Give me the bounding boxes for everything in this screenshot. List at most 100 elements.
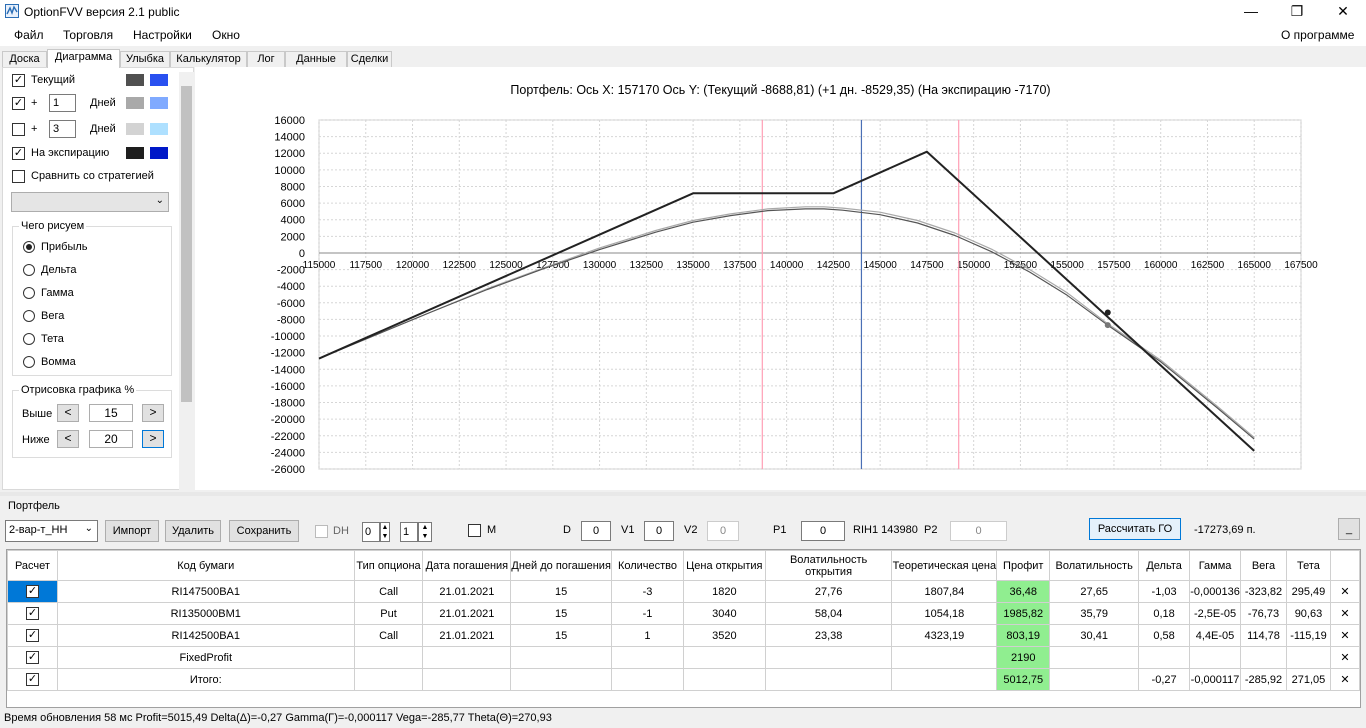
compare-checkbox[interactable]	[12, 170, 25, 183]
plus2-checkbox[interactable]	[12, 123, 25, 136]
delete-row-button[interactable]: ✕	[1329, 668, 1360, 691]
calc-cell[interactable]: ✓	[7, 602, 58, 625]
radio-vega[interactable]	[23, 310, 35, 322]
maximize-button[interactable]: ❐	[1274, 0, 1320, 24]
menu-file[interactable]: Файл	[14, 28, 44, 42]
calc-checkbox[interactable]: ✓	[25, 585, 39, 598]
plus1-color-2[interactable]	[150, 97, 168, 109]
save-button[interactable]: Сохранить	[229, 520, 299, 542]
strategy-combo[interactable]: ⌄	[11, 192, 169, 212]
d-input[interactable]: 0	[581, 521, 611, 541]
plus1-checkbox[interactable]: ✓	[12, 97, 25, 110]
delete-row-button[interactable]: ✕	[1329, 602, 1360, 625]
spin2-input[interactable]: 1	[400, 522, 418, 542]
calc-checkbox[interactable]: ✓	[25, 651, 39, 664]
grid-column-header[interactable]: Волатильность	[1049, 550, 1140, 581]
grid-column-header[interactable]: Код бумаги	[56, 550, 355, 581]
tab-data[interactable]: Данные	[285, 51, 347, 68]
grid-column-header[interactable]	[1329, 550, 1360, 581]
menu-window[interactable]: Окно	[212, 28, 240, 42]
grid-column-header[interactable]: Профит	[996, 550, 1051, 581]
delete-button[interactable]: Удалить	[165, 520, 221, 542]
above-value[interactable]: 15	[89, 404, 133, 422]
tab-smile[interactable]: Улыбка	[120, 51, 170, 68]
grid-column-header[interactable]: Расчет	[7, 550, 58, 581]
current-color-1[interactable]	[126, 74, 144, 86]
calc-cell[interactable]: ✓	[7, 668, 58, 691]
grid-column-header[interactable]: Теоретическая цена	[891, 550, 998, 581]
panel-splitter[interactable]	[0, 492, 1366, 496]
above-decrement-button[interactable]: <	[57, 404, 79, 422]
m-checkbox[interactable]	[468, 524, 481, 537]
grid-column-header[interactable]: Цена открытия	[682, 550, 766, 581]
spin1-updown[interactable]: ▲ ▼	[380, 522, 390, 542]
v1-input[interactable]: 0	[644, 521, 674, 541]
calc-checkbox[interactable]: ✓	[25, 607, 39, 620]
grid-column-header[interactable]: Гамма	[1189, 550, 1242, 581]
table-row[interactable]: ✓ RI135000BM1 Put 21.01.2021 15 -1 3040 58,04 10…	[7, 602, 1360, 625]
grid-column-header[interactable]: Тип опциона	[353, 550, 424, 581]
left-panel-scrollbar[interactable]	[179, 72, 194, 490]
radio-gamma[interactable]	[23, 287, 35, 299]
radio-delta[interactable]	[23, 264, 35, 276]
tab-board[interactable]: Доска	[2, 51, 47, 68]
expiry-checkbox[interactable]: ✓	[12, 147, 25, 160]
grid-column-header[interactable]: Вега	[1240, 550, 1287, 581]
plus2-days-input[interactable]: 3	[49, 120, 76, 138]
tab-deals[interactable]: Сделки	[347, 51, 392, 68]
calc-checkbox[interactable]: ✓	[25, 673, 39, 686]
menu-trade[interactable]: Торговля	[63, 28, 113, 42]
close-button[interactable]: ✕	[1320, 0, 1366, 24]
calc-cell[interactable]: ✓	[7, 580, 58, 603]
portfolio-name-combo[interactable]: 2-вар-т_НН ⌄	[5, 520, 98, 542]
plus1-days-input[interactable]: 1	[49, 94, 76, 112]
tab-log[interactable]: Лог	[247, 51, 285, 68]
below-decrement-button[interactable]: <	[57, 430, 79, 448]
plus2-color-2[interactable]	[150, 123, 168, 135]
grid-column-header[interactable]: Тета	[1285, 550, 1331, 581]
table-row[interactable]: ✓ RI142500BA1 Call 21.01.2021 15 1 3520 23,38 43…	[7, 624, 1360, 647]
radio-vomma[interactable]	[23, 356, 35, 368]
calc-cell[interactable]: ✓	[7, 646, 58, 669]
spin2-updown[interactable]: ▲ ▼	[418, 522, 432, 542]
dh-checkbox[interactable]	[315, 525, 328, 538]
current-color-2[interactable]	[150, 74, 168, 86]
table-row[interactable]: ✓ FixedProfit 2190 ✕	[7, 646, 1360, 669]
grid-column-header[interactable]: Дельта	[1138, 550, 1191, 581]
tab-diagram[interactable]: Диаграмма	[47, 49, 120, 68]
scrollbar-thumb[interactable]	[181, 86, 192, 402]
calc-checkbox[interactable]: ✓	[25, 629, 39, 642]
p2-input[interactable]: 0	[950, 521, 1007, 541]
below-increment-button[interactable]: >	[142, 430, 164, 448]
grid-column-header[interactable]: Волатильность открытия	[764, 550, 893, 581]
expiry-color-1[interactable]	[126, 147, 144, 159]
v2-input[interactable]: 0	[707, 521, 739, 541]
plus1-color-1[interactable]	[126, 97, 144, 109]
calc-go-button[interactable]: Рассчитать ГО	[1089, 518, 1181, 540]
radio-profit[interactable]	[23, 241, 35, 253]
grid-column-header[interactable]: Количество	[611, 550, 684, 581]
minimize-button[interactable]: —	[1228, 0, 1274, 24]
expiry-color-2[interactable]	[150, 147, 168, 159]
p1-input[interactable]: 0	[801, 521, 845, 541]
spin1-input[interactable]: 0	[362, 522, 380, 542]
tab-calculator[interactable]: Калькулятор	[170, 51, 247, 68]
payoff-chart[interactable]: 16000 14000 12000 10000 8000 6000 4000 2000 0 -20…	[195, 67, 1366, 490]
radio-theta[interactable]	[23, 333, 35, 345]
delete-row-button[interactable]: ✕	[1329, 624, 1360, 647]
calc-cell[interactable]: ✓	[7, 624, 58, 647]
below-value[interactable]: 20	[89, 430, 133, 448]
plus2-color-1[interactable]	[126, 123, 144, 135]
grid-column-header[interactable]: Дней до погашения	[510, 550, 613, 581]
more-button[interactable]: _	[1338, 518, 1360, 540]
above-increment-button[interactable]: >	[142, 404, 164, 422]
delete-row-button[interactable]: ✕	[1329, 646, 1360, 669]
import-button[interactable]: Импорт	[105, 520, 159, 542]
table-row[interactable]: ✓ RI147500BA1 Call 21.01.2021 15 -3 1820 27,76 1…	[7, 580, 1360, 603]
menu-about[interactable]: О программе	[1281, 28, 1354, 42]
menu-settings[interactable]: Настройки	[133, 28, 192, 42]
table-row[interactable]: ✓ Итого: 5012,75 -0,27 -0,000117 -285,92 271,0…	[7, 668, 1360, 691]
current-checkbox[interactable]: ✓	[12, 74, 25, 87]
grid-column-header[interactable]: Дата погашения	[422, 550, 512, 581]
delete-row-button[interactable]: ✕	[1329, 580, 1360, 603]
